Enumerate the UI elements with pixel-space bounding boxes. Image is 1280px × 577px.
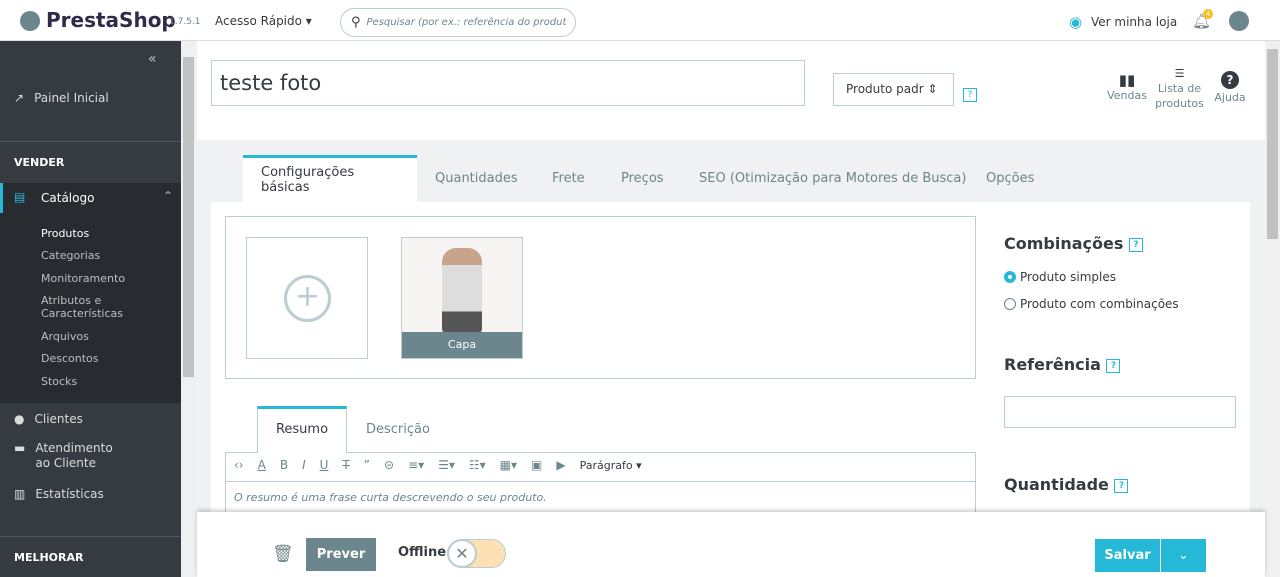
top-header: PrestaShop 1.7.5.1 Acesso Rápido ▾ ⚲ Pes… — [0, 0, 1280, 41]
sidebar-sub-discounts[interactable]: Descontos — [41, 352, 99, 365]
image-icon[interactable]: ▣ — [531, 458, 542, 472]
version: 1.7.5.1 — [169, 17, 201, 27]
bold-icon[interactable]: B — [280, 458, 288, 472]
trending-icon: ↗ — [14, 91, 25, 105]
sidebar-sub-files[interactable]: Arquivos — [41, 330, 89, 343]
list-icon: ☰ — [1174, 67, 1185, 80]
help-icon[interactable]: ? — [963, 88, 977, 102]
plus-icon: + — [284, 275, 331, 322]
align-icon[interactable]: ≡▾ — [408, 458, 424, 472]
sidebar-sub-products[interactable]: Produtos — [41, 227, 89, 240]
tab-quantities[interactable]: Quantidades — [417, 155, 536, 202]
quick-access-dropdown[interactable]: Acesso Rápido ▾ — [215, 14, 312, 28]
product-image-thumbnail[interactable]: Capa — [401, 237, 523, 359]
sell-header: VENDER — [14, 156, 65, 169]
collapse-sidebar-button[interactable]: « — [148, 51, 157, 67]
sidebar-sub-attributes[interactable]: Atributos e Características — [41, 294, 131, 320]
video-icon[interactable]: ▶ — [556, 458, 565, 472]
save-options-chevron-down-icon[interactable]: ⌄ — [1161, 539, 1206, 572]
search-input[interactable]: ⚲ Pesquisar (por ex.: referência do prod… — [340, 8, 576, 37]
improve-header: MELHORAR — [14, 551, 84, 564]
combinations-heading: Combinações ? — [1004, 234, 1143, 253]
question-circle-icon: ? — [1221, 71, 1239, 89]
status-label: Offline — [398, 545, 447, 560]
product-photo — [442, 248, 482, 333]
search-icon: ⚲ — [351, 15, 361, 30]
preview-button[interactable]: Prever — [306, 538, 376, 571]
footer-bar: 🗑︎ Prever Offline ✕ Salvar ⌄ — [197, 512, 1265, 577]
help-icon[interactable]: ? — [1128, 237, 1143, 252]
product-name-input[interactable]: teste foto — [211, 60, 805, 106]
sidebar-item-stats[interactable]: ▥ Estatísticas — [14, 487, 104, 501]
product-type-select[interactable]: Produto padr ⇕ — [833, 73, 954, 106]
image-dropzone: + Capa — [225, 216, 976, 379]
eye-icon: ◉ — [1069, 13, 1083, 31]
quote-icon[interactable]: ” — [364, 458, 370, 472]
add-image-button[interactable]: + — [246, 237, 368, 359]
close-icon: ✕ — [447, 539, 477, 568]
product-list-button[interactable]: ☰ Lista de produtos — [1152, 66, 1207, 111]
product-header: teste foto Produto padr ⇕ ? ▮▮ Vendas ☰ Li… — [197, 41, 1265, 140]
sidebar-sub-monitoring[interactable]: Monitoramento — [41, 272, 125, 285]
help-icon[interactable]: ? — [1114, 478, 1129, 493]
sidebar-item-dashboard[interactable]: ↗ Painel Inicial — [14, 91, 109, 105]
user-avatar-icon[interactable] — [1229, 11, 1249, 31]
store-icon: ▤ — [14, 190, 26, 204]
paragraph-dropdown[interactable]: Parágrafo ▾ — [580, 459, 642, 472]
prestashop-logo-icon — [20, 11, 40, 31]
help-button[interactable]: ? Ajuda — [1212, 71, 1248, 104]
sidebar: « ↗ Painel Inicial VENDER ▤ Catálogo ⌃ Pr… — [0, 41, 181, 577]
sidebar-item-service[interactable]: ▬ Atendimento ao Cliente — [14, 441, 130, 471]
chart-icon: ▥ — [14, 487, 26, 501]
sidebar-item-customers[interactable]: ● Clientes — [14, 412, 83, 426]
view-store-link[interactable]: Ver minha loja — [1091, 15, 1177, 29]
numbered-list-icon[interactable]: ☷▾ — [469, 458, 486, 472]
sidebar-sub-categories[interactable]: Categorias — [41, 249, 100, 262]
reference-heading: Referência ? — [1004, 355, 1121, 374]
italic-icon[interactable]: I — [302, 458, 306, 472]
page-scrollbar[interactable] — [1265, 41, 1280, 577]
cover-label: Capa — [402, 332, 522, 358]
simple-product-radio[interactable]: Produto simples — [1004, 270, 1116, 284]
desc-tab-description[interactable]: Descrição — [366, 422, 430, 437]
table-icon[interactable]: ▦▾ — [500, 458, 517, 472]
quantity-heading: Quantidade ? — [1004, 475, 1129, 494]
bullet-list-icon[interactable]: ☰▾ — [438, 458, 455, 472]
help-icon[interactable]: ? — [1106, 358, 1121, 373]
tab-options[interactable]: Opções — [968, 155, 1052, 202]
editor-placeholder: O resumo é uma frase curta descrevendo o… — [234, 491, 547, 504]
user-icon: ● — [14, 412, 25, 426]
brand-logo[interactable]: PrestaShop — [46, 8, 176, 32]
save-button[interactable]: Salvar — [1095, 539, 1160, 572]
reference-input[interactable] — [1004, 396, 1236, 428]
editor-toolbar: ‹› A B I U T ” ⊝ ≡▾ ☰▾ ☷▾ ▦▾ ▣ ▶ Parágrafo ▾ — [234, 458, 642, 472]
tab-pricing[interactable]: Preços — [603, 155, 682, 202]
tab-seo[interactable]: SEO (Otimização para Motores de Busca) — [681, 155, 984, 202]
tab-shipping[interactable]: Frete — [534, 155, 603, 202]
trash-icon[interactable]: 🗑︎ — [272, 544, 294, 564]
text-color-icon[interactable]: A — [258, 458, 266, 472]
main-card: + Capa Resumo Descrição ‹› A B I U T ” ⊝ ≡▾ ☰▾ ☷▾ ▦… — [211, 202, 1250, 532]
online-toggle[interactable]: ✕ — [447, 539, 506, 568]
code-icon[interactable]: ‹› — [234, 458, 244, 472]
sales-button[interactable]: ▮▮ Vendas — [1102, 71, 1152, 102]
tab-basic-settings[interactable]: Configurações básicas — [243, 155, 417, 202]
chat-icon: ▬ — [14, 441, 26, 455]
bar-chart-icon: ▮▮ — [1118, 71, 1136, 89]
sidebar-sub-stocks[interactable]: Stocks — [41, 375, 77, 388]
notification-badge: 4 — [1203, 9, 1213, 19]
combinations-product-radio[interactable]: Produto com combinações — [1004, 297, 1179, 311]
sidebar-item-catalog[interactable]: ▤ Catálogo ⌃ — [0, 183, 181, 213]
sidebar-scrollbar[interactable] — [181, 41, 196, 577]
link-icon[interactable]: ⊝ — [384, 458, 394, 472]
strikethrough-icon[interactable]: T — [342, 458, 349, 472]
desc-tab-summary[interactable]: Resumo — [257, 406, 347, 453]
chevron-up-icon: ⌃ — [163, 189, 174, 203]
underline-icon[interactable]: U — [320, 458, 329, 472]
